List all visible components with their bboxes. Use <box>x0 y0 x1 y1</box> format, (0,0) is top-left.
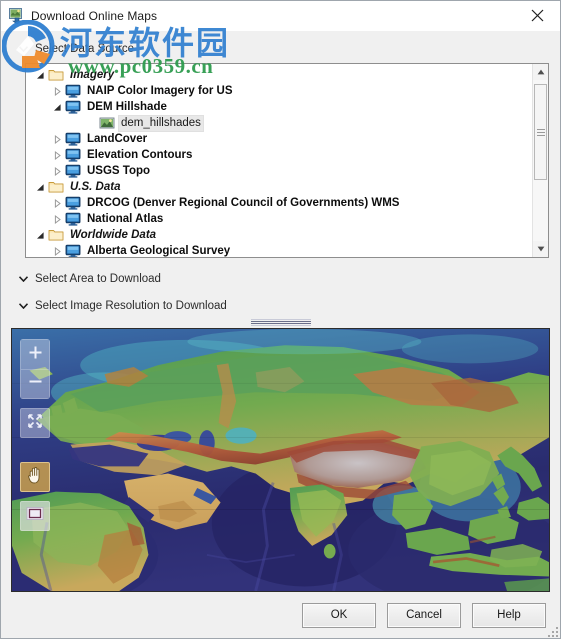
hand-icon <box>27 466 44 489</box>
tree-row-label: DEM Hillshade <box>87 100 167 113</box>
dialog-footer: OK Cancel Help <box>1 592 560 638</box>
minus-icon <box>28 374 43 394</box>
twisty-collapsed-icon[interactable] <box>49 131 65 147</box>
section-label-area: Select Area to Download <box>35 273 161 285</box>
twisty-expanded-icon[interactable] <box>49 99 65 115</box>
tree-row-label: USGS Topo <box>87 164 151 177</box>
tree-row-label: National Atlas <box>87 212 164 225</box>
scroll-thumb-grip-icon <box>536 127 545 138</box>
tree-row[interactable]: Imagery <box>26 67 532 83</box>
rectangle-select-icon <box>26 506 44 526</box>
section-label-resolution: Select Image Resolution to Download <box>35 300 227 312</box>
tree-row-label: Imagery <box>70 68 115 81</box>
data-source-tree[interactable]: Imagery NAIP Color Imagery for US DEM Hill… <box>26 64 532 257</box>
scroll-down-arrow-icon[interactable] <box>533 241 548 257</box>
expand-arrows-icon <box>27 413 43 434</box>
zoom-to-extent-button[interactable] <box>20 408 50 438</box>
twisty-expanded-icon[interactable] <box>32 179 48 195</box>
tree-row-label: LandCover <box>87 132 148 145</box>
twisty-collapsed-icon[interactable] <box>49 243 65 257</box>
section-header-data-source[interactable]: Select Data Source <box>1 39 560 59</box>
tree-row-label: Alberta Geological Survey <box>87 244 231 257</box>
title-bar[interactable]: Download Online Maps <box>1 1 560 31</box>
tree-row-label: Worldwide Data <box>70 228 157 241</box>
chevron-down-icon <box>17 276 29 282</box>
raster-layer-icon <box>99 115 115 131</box>
window-resize-grip[interactable] <box>546 625 558 637</box>
twisty-collapsed-icon[interactable] <box>49 147 65 163</box>
server-monitor-icon <box>65 243 81 257</box>
scroll-thumb[interactable] <box>534 84 547 180</box>
tree-row[interactable]: Worldwide Data <box>26 227 532 243</box>
map-toolbar <box>20 339 50 531</box>
zoom-in-button[interactable] <box>20 339 50 369</box>
window-title: Download Online Maps <box>31 9 158 23</box>
tree-row[interactable]: USGS Topo <box>26 163 532 179</box>
tree-row[interactable]: LandCover <box>26 131 532 147</box>
select-area-button[interactable] <box>20 501 50 531</box>
splitter-grip-icon <box>250 319 311 326</box>
tree-row[interactable]: Elevation Contours <box>26 147 532 163</box>
twisty-collapsed-icon[interactable] <box>49 211 65 227</box>
server-monitor-icon <box>65 195 81 211</box>
scroll-track[interactable] <box>533 80 548 241</box>
twisty-collapsed-icon[interactable] <box>49 163 65 179</box>
tree-row[interactable]: DRCOG (Denver Regional Council of Govern… <box>26 195 532 211</box>
tree-row-label: DRCOG (Denver Regional Council of Govern… <box>87 196 400 209</box>
ok-button[interactable]: OK <box>302 602 376 628</box>
download-maps-icon <box>9 8 25 25</box>
help-button[interactable]: Help <box>472 602 546 628</box>
tree-row-label: Elevation Contours <box>87 148 193 161</box>
zoom-button-group <box>20 339 50 399</box>
tree-row[interactable]: National Atlas <box>26 211 532 227</box>
twisty-expanded-icon[interactable] <box>32 227 48 243</box>
tree-vertical-scrollbar[interactable] <box>532 64 548 257</box>
twisty-none <box>83 115 99 131</box>
tree-row-label: NAIP Color Imagery for US <box>87 84 233 97</box>
close-icon[interactable] <box>515 1 560 30</box>
server-monitor-icon <box>65 211 81 227</box>
tree-row[interactable]: dem_hillshades <box>26 114 532 132</box>
server-monitor-icon <box>65 131 81 147</box>
twisty-collapsed-icon[interactable] <box>49 83 65 99</box>
section-label-data-source: Select Data Source <box>35 43 135 55</box>
server-monitor-icon <box>65 147 81 163</box>
folder-icon <box>48 67 64 83</box>
map-preview[interactable] <box>11 328 550 592</box>
tree-row-label: dem_hillshades <box>118 114 204 132</box>
pan-button[interactable] <box>20 462 50 492</box>
panel-splitter-handle[interactable] <box>1 316 560 328</box>
twisty-collapsed-icon[interactable] <box>49 195 65 211</box>
folder-icon <box>48 179 64 195</box>
section-header-area[interactable]: Select Area to Download <box>1 269 560 289</box>
chevron-down-icon <box>17 46 29 52</box>
cancel-button[interactable]: Cancel <box>387 602 461 628</box>
section-header-resolution[interactable]: Select Image Resolution to Download <box>1 296 560 316</box>
twisty-expanded-icon[interactable] <box>32 67 48 83</box>
zoom-out-button[interactable] <box>20 369 50 399</box>
tree-row[interactable]: Alberta Geological Survey <box>26 243 532 257</box>
data-source-tree-panel: Imagery NAIP Color Imagery for US DEM Hill… <box>25 63 549 258</box>
server-monitor-icon <box>65 99 81 115</box>
tree-row[interactable]: DEM Hillshade <box>26 99 532 115</box>
dialog-body: Select Data Source Imagery NAIP Color Ima… <box>1 31 560 638</box>
tree-row[interactable]: NAIP Color Imagery for US <box>26 83 532 99</box>
chevron-down-icon <box>17 303 29 309</box>
tree-row-label: U.S. Data <box>70 180 121 193</box>
server-monitor-icon <box>65 163 81 179</box>
map-canvas[interactable] <box>12 329 549 591</box>
scroll-up-arrow-icon[interactable] <box>533 64 548 80</box>
download-online-maps-dialog: Download Online Maps Select Data Source … <box>0 0 561 639</box>
server-monitor-icon <box>65 83 81 99</box>
plus-icon <box>28 345 43 365</box>
folder-icon <box>48 227 64 243</box>
tree-row[interactable]: U.S. Data <box>26 179 532 195</box>
